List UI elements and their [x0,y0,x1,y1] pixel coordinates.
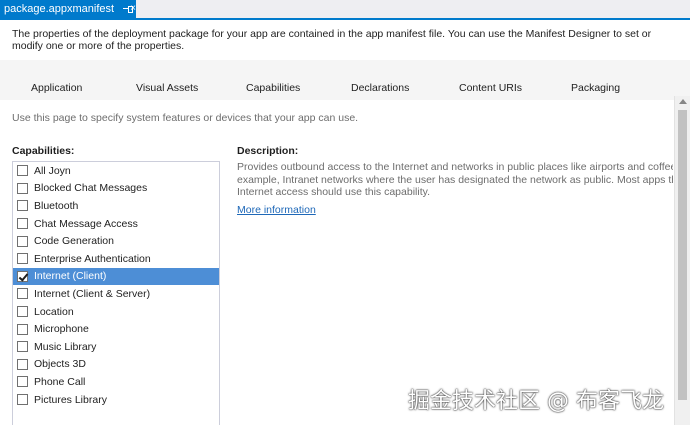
tab-packaging[interactable]: Packaging [571,82,620,94]
capability-label: Internet (Client & Server) [34,287,151,300]
scroll-thumb[interactable] [678,110,687,400]
more-information-link[interactable]: More information [237,204,316,216]
pin-icon[interactable] [122,4,134,14]
capability-item[interactable]: Blocked Chat Messages [13,180,219,198]
tab-application[interactable]: Application [31,82,82,94]
capability-checkbox[interactable] [17,218,28,230]
page-hint: Use this page to specify system features… [12,112,359,124]
capabilities-heading: Capabilities: [12,145,75,157]
capability-item[interactable]: Phone Call [13,373,219,391]
capability-item[interactable]: Internet (Client) [13,267,219,286]
description-heading: Description: [237,145,299,157]
capability-item[interactable]: Microphone [13,320,219,338]
tab-visual-assets[interactable]: Visual Assets [136,82,198,94]
capability-checkbox[interactable] [17,323,28,335]
capability-item[interactable]: Code Generation [13,232,219,250]
capability-item[interactable]: All Joyn [13,162,219,180]
manifest-designer: The properties of the deployment package… [0,20,690,425]
capability-label: Phone Call [34,375,86,388]
capability-item[interactable]: Objects 3D [13,356,219,374]
capability-label: Code Generation [34,235,114,248]
capability-checkbox[interactable] [17,288,28,300]
description-line: Internet access should use this capabili… [237,186,430,198]
capability-checkbox[interactable] [17,358,28,370]
capability-checkbox[interactable] [17,253,28,265]
capability-item[interactable]: Location [13,303,219,321]
capabilities-list[interactable]: All Joyn Blocked Chat Messages Bluetooth Ch… [12,161,220,425]
capability-checkbox[interactable] [17,341,28,353]
capability-label: Microphone [34,323,89,336]
capability-item[interactable]: Enterprise Authentication [13,250,219,268]
capability-label: All Joyn [34,164,71,177]
capability-label: Bluetooth [34,199,79,212]
capability-item[interactable]: Chat Message Access [13,215,219,233]
capability-checkbox[interactable] [17,182,28,194]
watermark-text: 掘金技术社区 @ 布客飞龙 [408,389,664,414]
capability-label: Chat Message Access [34,217,138,230]
tab-declarations[interactable]: Declarations [351,82,409,94]
capability-label: Location [34,305,74,318]
capability-checkbox[interactable] [17,200,28,212]
document-tab-bar: package.appxmanifest × [0,0,690,18]
description-line: Provides outbound access to the Internet… [237,161,673,173]
capability-label: Music Library [34,340,97,353]
document-tab-title: package.appxmanifest [4,3,115,15]
capability-checkbox[interactable] [17,306,28,318]
capability-checkbox[interactable] [17,235,28,247]
capability-item[interactable]: Bluetooth [13,197,219,215]
description-text: Provides outbound access to the Internet… [237,161,673,201]
document-tab-package-appxmanifest[interactable]: package.appxmanifest × [0,0,136,18]
scroll-up-arrow-icon[interactable] [679,99,687,104]
capability-item[interactable]: Pictures Library [13,391,219,409]
capability-checkbox[interactable] [17,376,28,388]
designer-tab-strip: Application Visual Assets Capabilities D… [0,60,690,100]
capability-label: Pictures Library [34,393,107,406]
capability-label: Internet (Client) [34,270,107,283]
capability-label: Enterprise Authentication [34,252,151,265]
capability-label: Objects 3D [34,358,86,371]
capability-item[interactable]: Music Library [13,338,219,356]
capability-checkbox[interactable] [17,270,28,282]
description-line: example, Intranet networks where the use… [237,173,673,186]
capability-label: Blocked Chat Messages [34,182,148,195]
capability-item[interactable]: Internet (Client & Server) [13,285,219,303]
intro-text: The properties of the deployment package… [12,28,652,52]
tab-content-uris[interactable]: Content URIs [459,82,522,94]
capability-checkbox[interactable] [17,165,28,177]
capability-checkbox[interactable] [17,394,28,406]
tab-capabilities[interactable]: Capabilities [246,82,300,94]
vertical-scrollbar[interactable] [674,96,690,425]
